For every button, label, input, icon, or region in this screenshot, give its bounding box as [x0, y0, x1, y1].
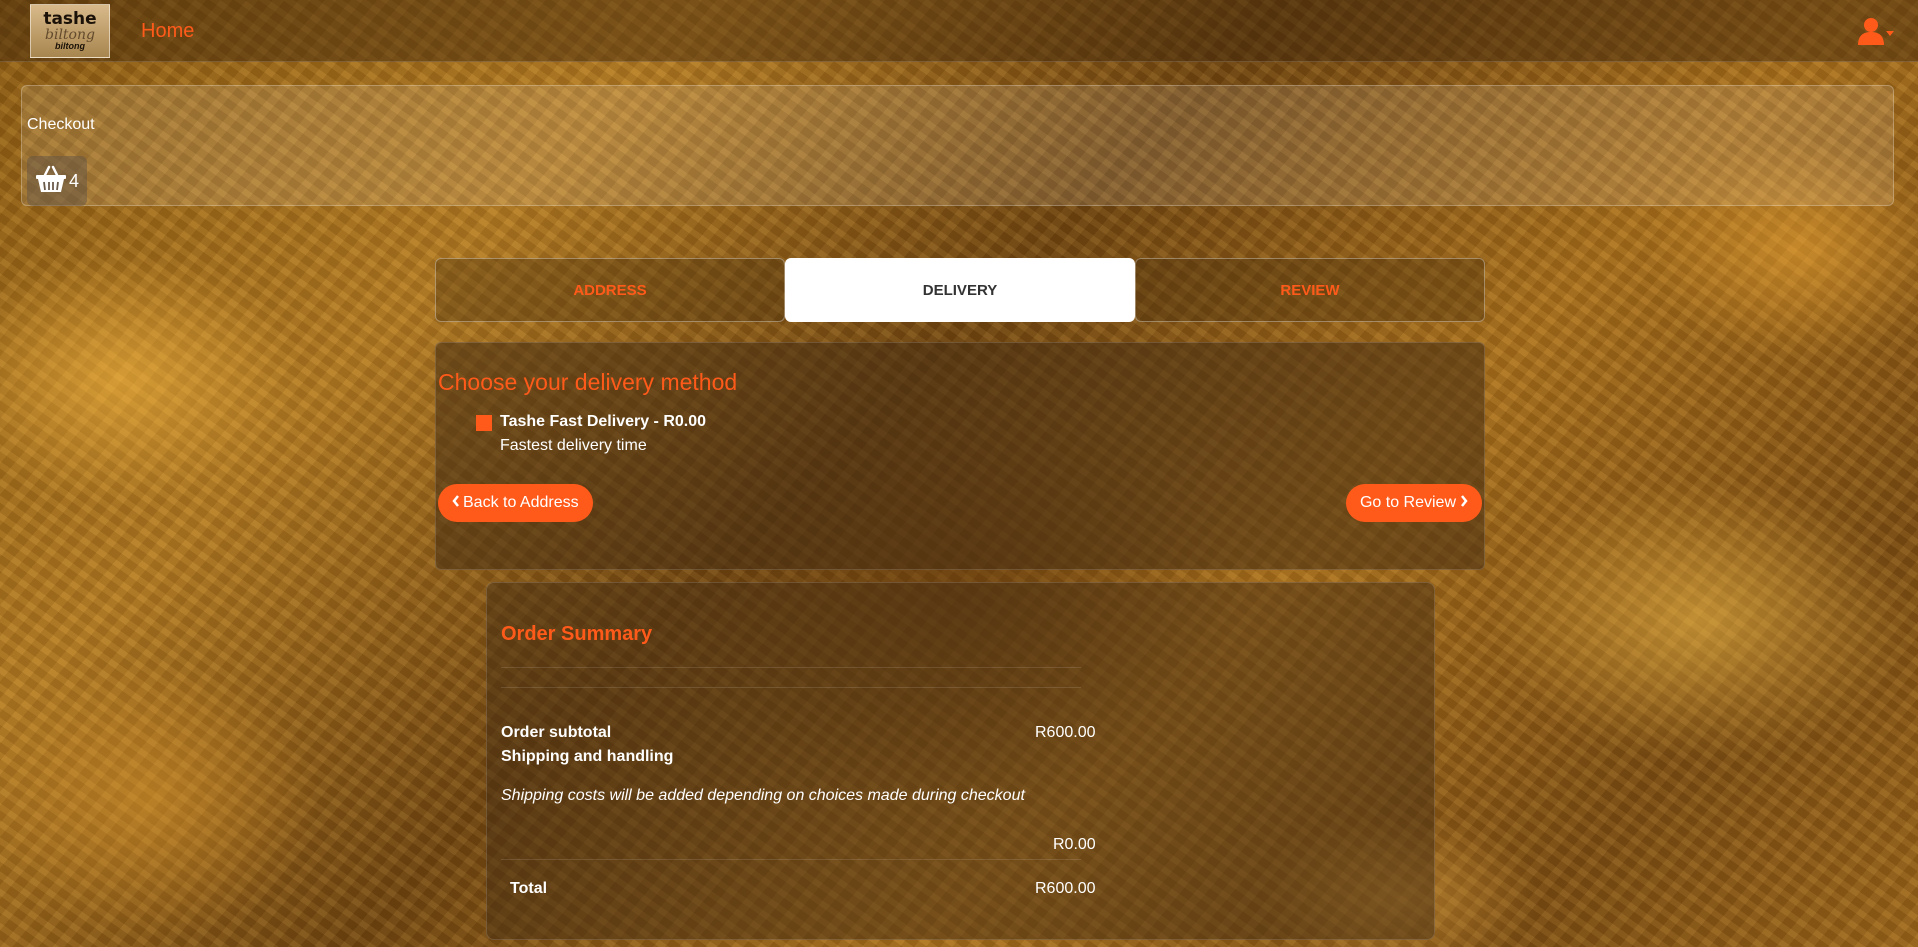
order-summary-title: Order Summary	[501, 623, 653, 645]
back-to-address-button[interactable]: Back to Address	[438, 484, 593, 522]
top-navbar: tashe biltong biltong Home	[0, 0, 1918, 62]
shipping-value: R0.00	[1053, 836, 1096, 853]
checkout-steps: ADDRESS DELIVERY REVIEW	[435, 258, 1485, 322]
chevron-left-icon	[452, 494, 460, 512]
tab-address[interactable]: ADDRESS	[435, 258, 785, 322]
total-label: Total	[510, 880, 548, 897]
shipping-label: Shipping and handling	[501, 748, 674, 765]
logo-subtext: biltong	[45, 27, 95, 43]
go-to-review-label: Go to Review	[1359, 494, 1456, 511]
cart-count: 4	[68, 170, 79, 191]
user-icon	[1858, 17, 1884, 45]
shipping-note: Shipping costs will be added depending o…	[501, 787, 1025, 804]
delivery-heading: Choose your delivery method	[438, 369, 738, 395]
delivery-panel: Choose your delivery method Tashe Fast D…	[435, 342, 1485, 570]
home-link[interactable]: Home	[141, 20, 194, 43]
logo-text: tashe	[43, 9, 97, 29]
delivery-option[interactable]: Tashe Fast Delivery - R0.00 Fastest deli…	[476, 413, 706, 455]
chevron-right-icon	[1460, 494, 1468, 512]
tab-review[interactable]: REVIEW	[1135, 258, 1485, 322]
tab-delivery[interactable]: DELIVERY	[785, 258, 1135, 322]
brand-logo[interactable]: tashe biltong biltong	[30, 4, 110, 58]
subtotal-label: Order subtotal	[501, 724, 612, 741]
go-to-review-button[interactable]: Go to Review	[1345, 484, 1482, 522]
user-menu-toggle[interactable]	[1858, 14, 1898, 48]
page-title: Checkout	[27, 116, 95, 133]
total-value: R600.00	[1035, 880, 1096, 897]
chevron-down-icon	[1886, 30, 1894, 36]
subtotal-value: R600.00	[1035, 724, 1096, 741]
delivery-option-name: Tashe Fast Delivery - R0.00	[500, 413, 707, 430]
delivery-option-radio[interactable]	[476, 415, 492, 431]
checkout-header: Checkout 4	[21, 85, 1894, 206]
logo-subtext-small: biltong	[55, 41, 85, 51]
divider	[501, 687, 1081, 688]
delivery-option-description: Fastest delivery time	[500, 437, 647, 454]
cart-button[interactable]: 4	[27, 156, 87, 206]
divider	[501, 859, 1081, 860]
order-summary: Order Summary Order subtotal R600.00 Shi…	[486, 582, 1435, 940]
back-to-address-label: Back to Address	[463, 494, 579, 511]
basket-icon	[35, 165, 67, 198]
divider	[501, 667, 1081, 668]
